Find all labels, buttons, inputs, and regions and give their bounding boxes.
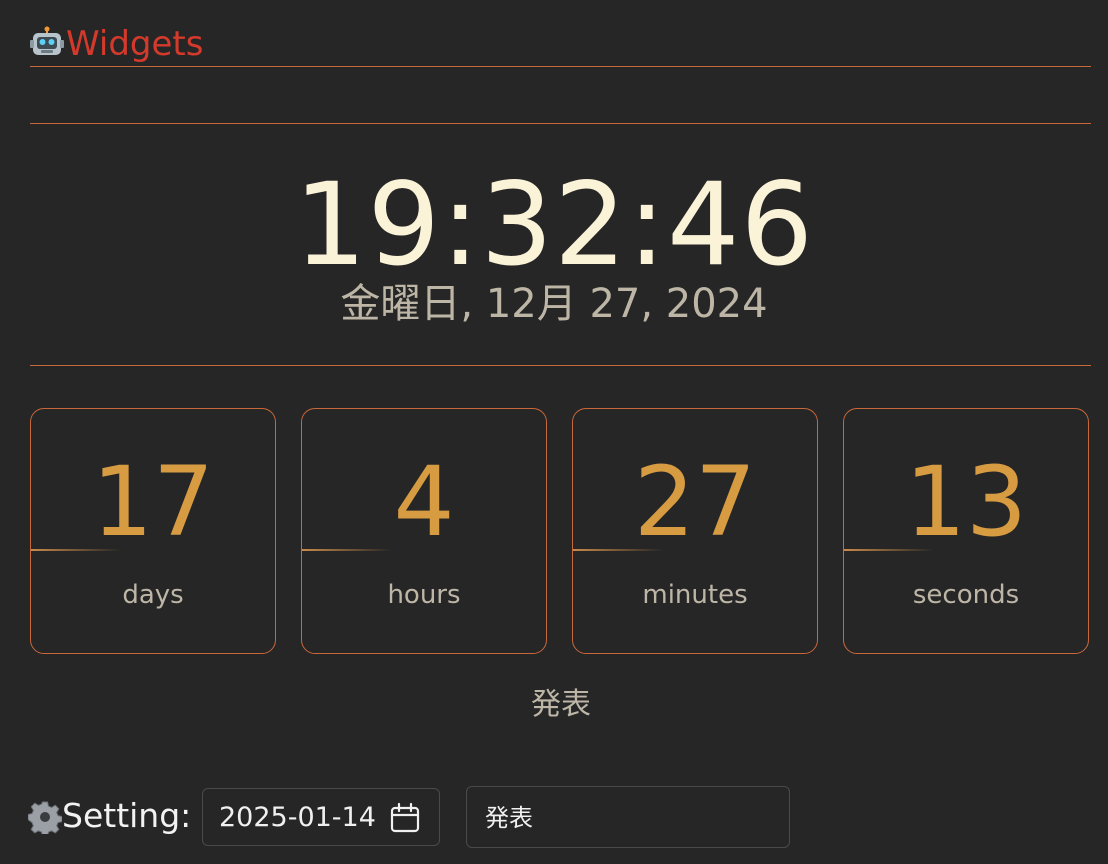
clock-time: 19:32:46: [294, 158, 814, 291]
countdown-minutes-value: 27: [633, 446, 757, 558]
countdown-seconds: 13 seconds: [843, 408, 1089, 654]
countdown-hours-divider: [302, 549, 392, 551]
header: Widgets: [30, 22, 1091, 67]
countdown-seconds-label: seconds: [912, 580, 1020, 610]
divider-top: [30, 123, 1091, 124]
settings-label: Setting:: [62, 796, 192, 835]
clock-date: 金曜日, 12月 27, 2024: [340, 281, 768, 327]
countdown-hours: 4 hours: [301, 408, 547, 654]
countdown-seconds-divider: [844, 549, 934, 551]
countdown-minutes-label: minutes: [642, 580, 748, 610]
widgets-page: Widgets 19:32:46 金曜日, 12月 27, 2024 17 da…: [0, 0, 1108, 864]
event-name-input[interactable]: 発表: [466, 786, 790, 848]
countdown-minutes-divider: [573, 549, 663, 551]
settings-row: Setting: 2025-01-14 発表: [28, 786, 1088, 848]
countdown-days-label: days: [122, 580, 184, 610]
divider-middle: [30, 365, 1091, 366]
countdown-event-title: 発表: [531, 687, 591, 722]
calendar-icon[interactable]: [389, 802, 421, 834]
target-date-input[interactable]: 2025-01-14: [202, 788, 440, 846]
countdown-days: 17 days: [30, 408, 276, 654]
countdown-days-divider: [31, 549, 121, 551]
app-title: Widgets: [66, 24, 204, 64]
countdown-seconds-value: 13: [904, 446, 1028, 558]
target-date-value: 2025-01-14: [219, 802, 376, 833]
countdown-days-value: 17: [91, 446, 215, 558]
event-name-value: 発表: [485, 804, 533, 832]
countdown-minutes: 27 minutes: [572, 408, 818, 654]
gear-icon: [28, 801, 62, 834]
countdown-hours-label: hours: [387, 580, 461, 610]
robot-icon: [30, 26, 64, 55]
countdown-hours-value: 4: [393, 446, 455, 558]
